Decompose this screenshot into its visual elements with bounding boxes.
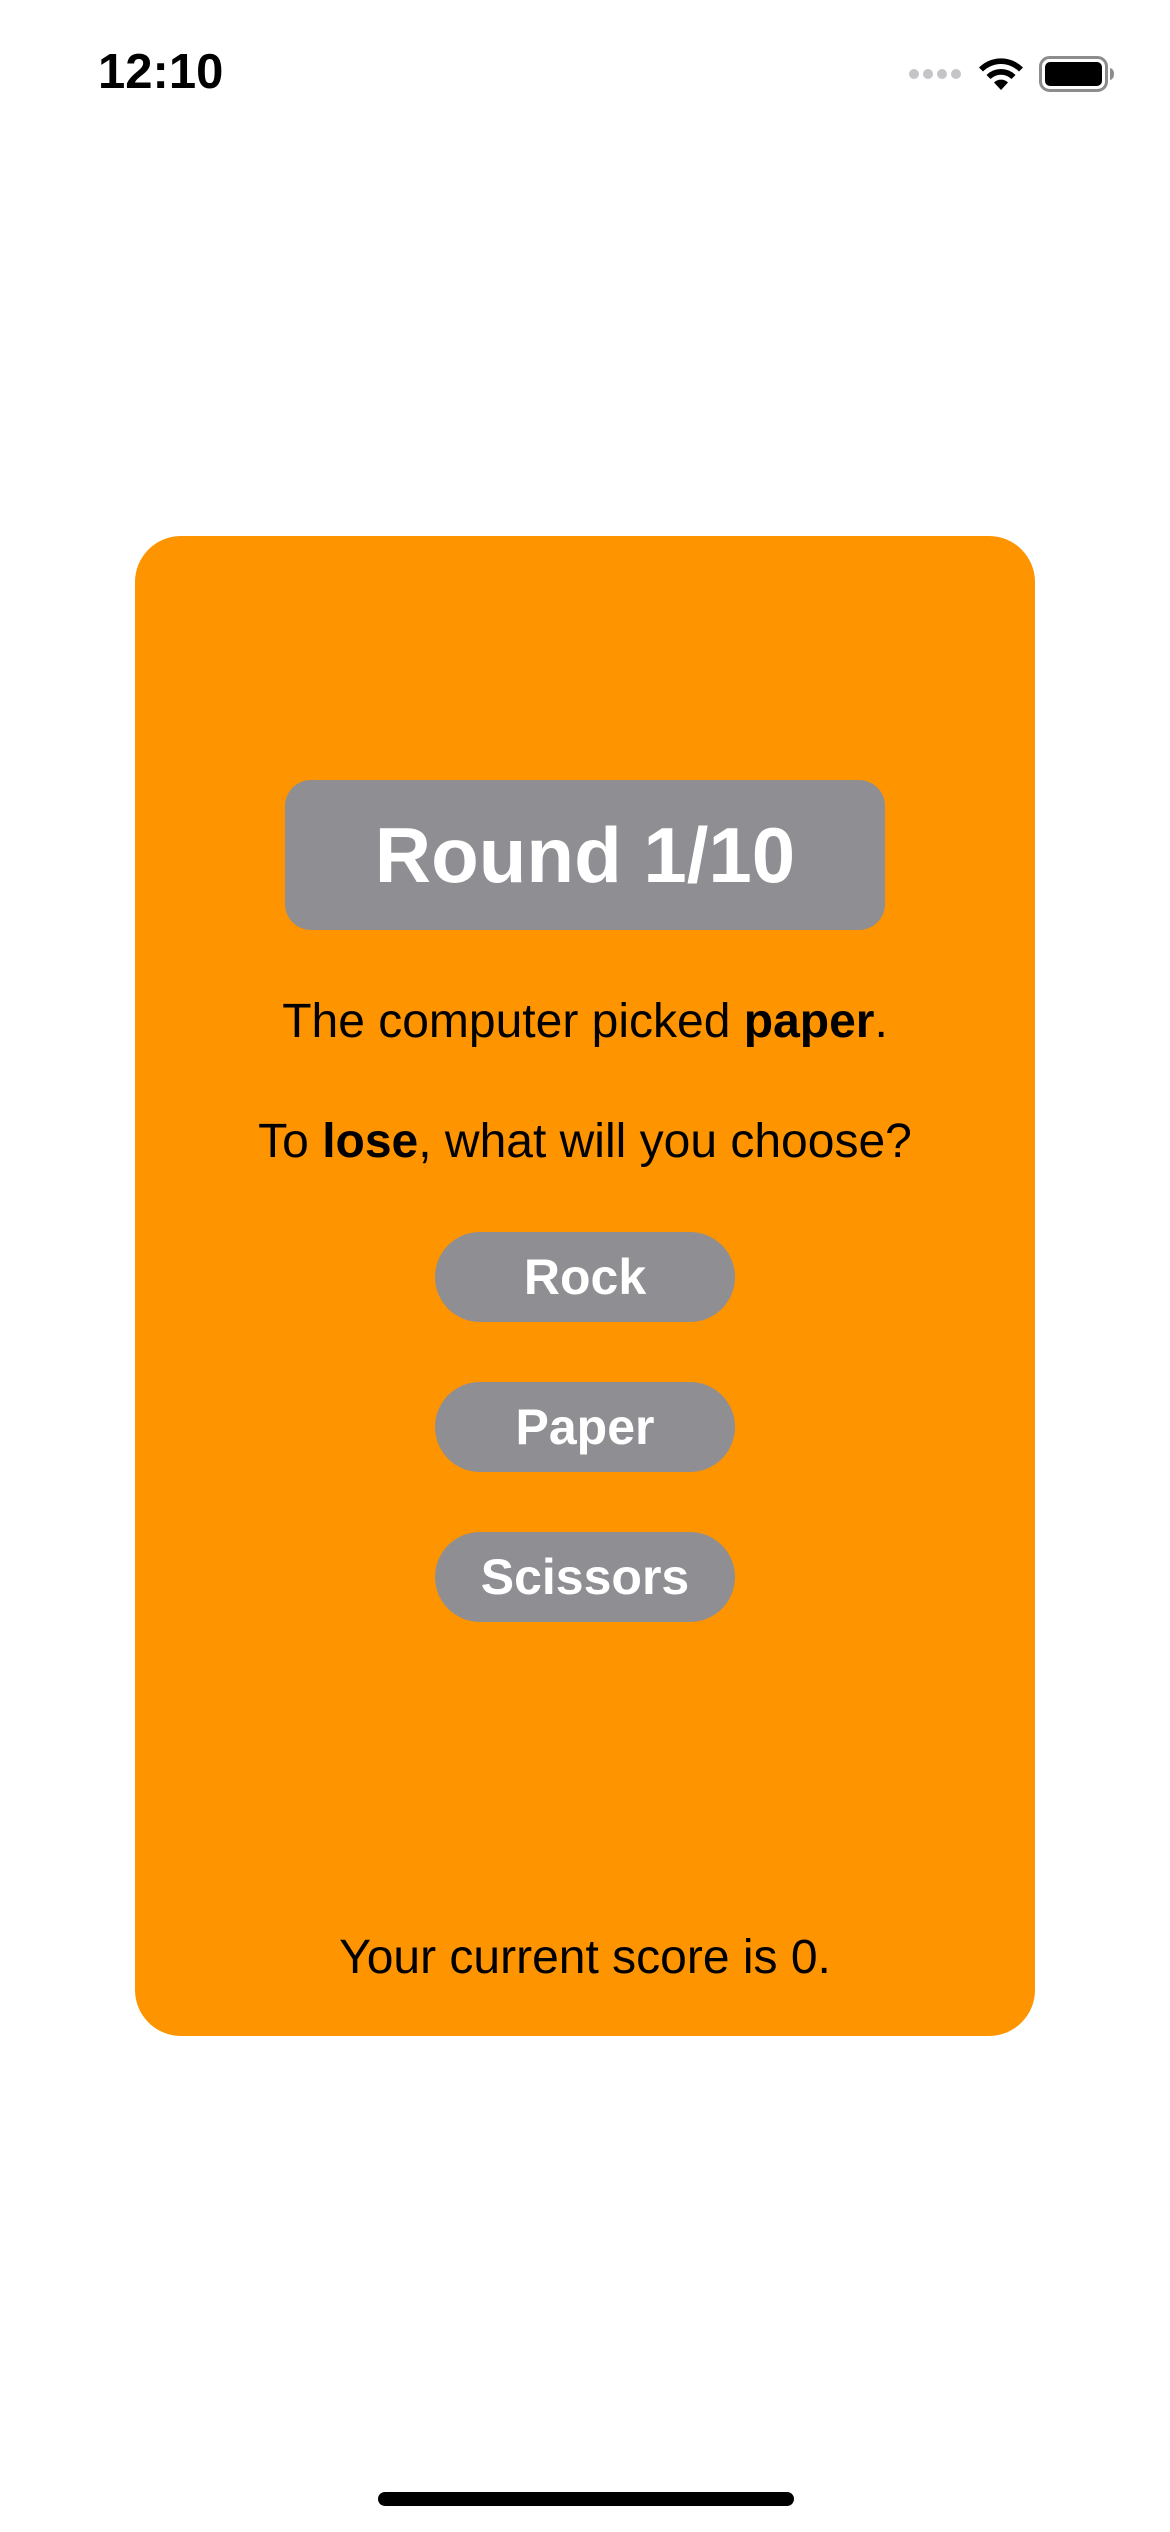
goal-prefix: To xyxy=(258,1115,323,1168)
status-time: 12:10 xyxy=(98,45,224,99)
computer-pick-suffix: . xyxy=(874,995,888,1048)
computer-pick-value: paper xyxy=(743,995,875,1048)
rock-button[interactable]: Rock xyxy=(435,1232,735,1322)
cellular-signal-icon xyxy=(909,69,961,79)
game-card: Round 1/10 The computer picked paper. To… xyxy=(135,536,1035,2036)
score-text: Your current score is 0. xyxy=(339,1931,831,1984)
round-badge: Round 1/10 xyxy=(285,780,885,930)
status-bar: 12:10 xyxy=(0,0,1170,150)
paper-button[interactable]: Paper xyxy=(435,1382,735,1472)
app-screen: 12:10 Round 1/10 The computer picked pap… xyxy=(0,0,1170,2532)
status-icons xyxy=(909,54,1115,94)
computer-pick-prefix: The computer picked xyxy=(282,995,744,1048)
goal-text: To lose, what will you choose? xyxy=(135,1112,1035,1172)
goal-suffix: , what will you choose? xyxy=(418,1115,912,1168)
home-indicator[interactable] xyxy=(378,2492,794,2506)
goal-value: lose xyxy=(322,1115,419,1168)
computer-pick-text: The computer picked paper. xyxy=(135,992,1035,1052)
wifi-icon xyxy=(979,58,1023,90)
scissors-button[interactable]: Scissors xyxy=(435,1532,735,1622)
battery-icon xyxy=(1039,56,1114,92)
